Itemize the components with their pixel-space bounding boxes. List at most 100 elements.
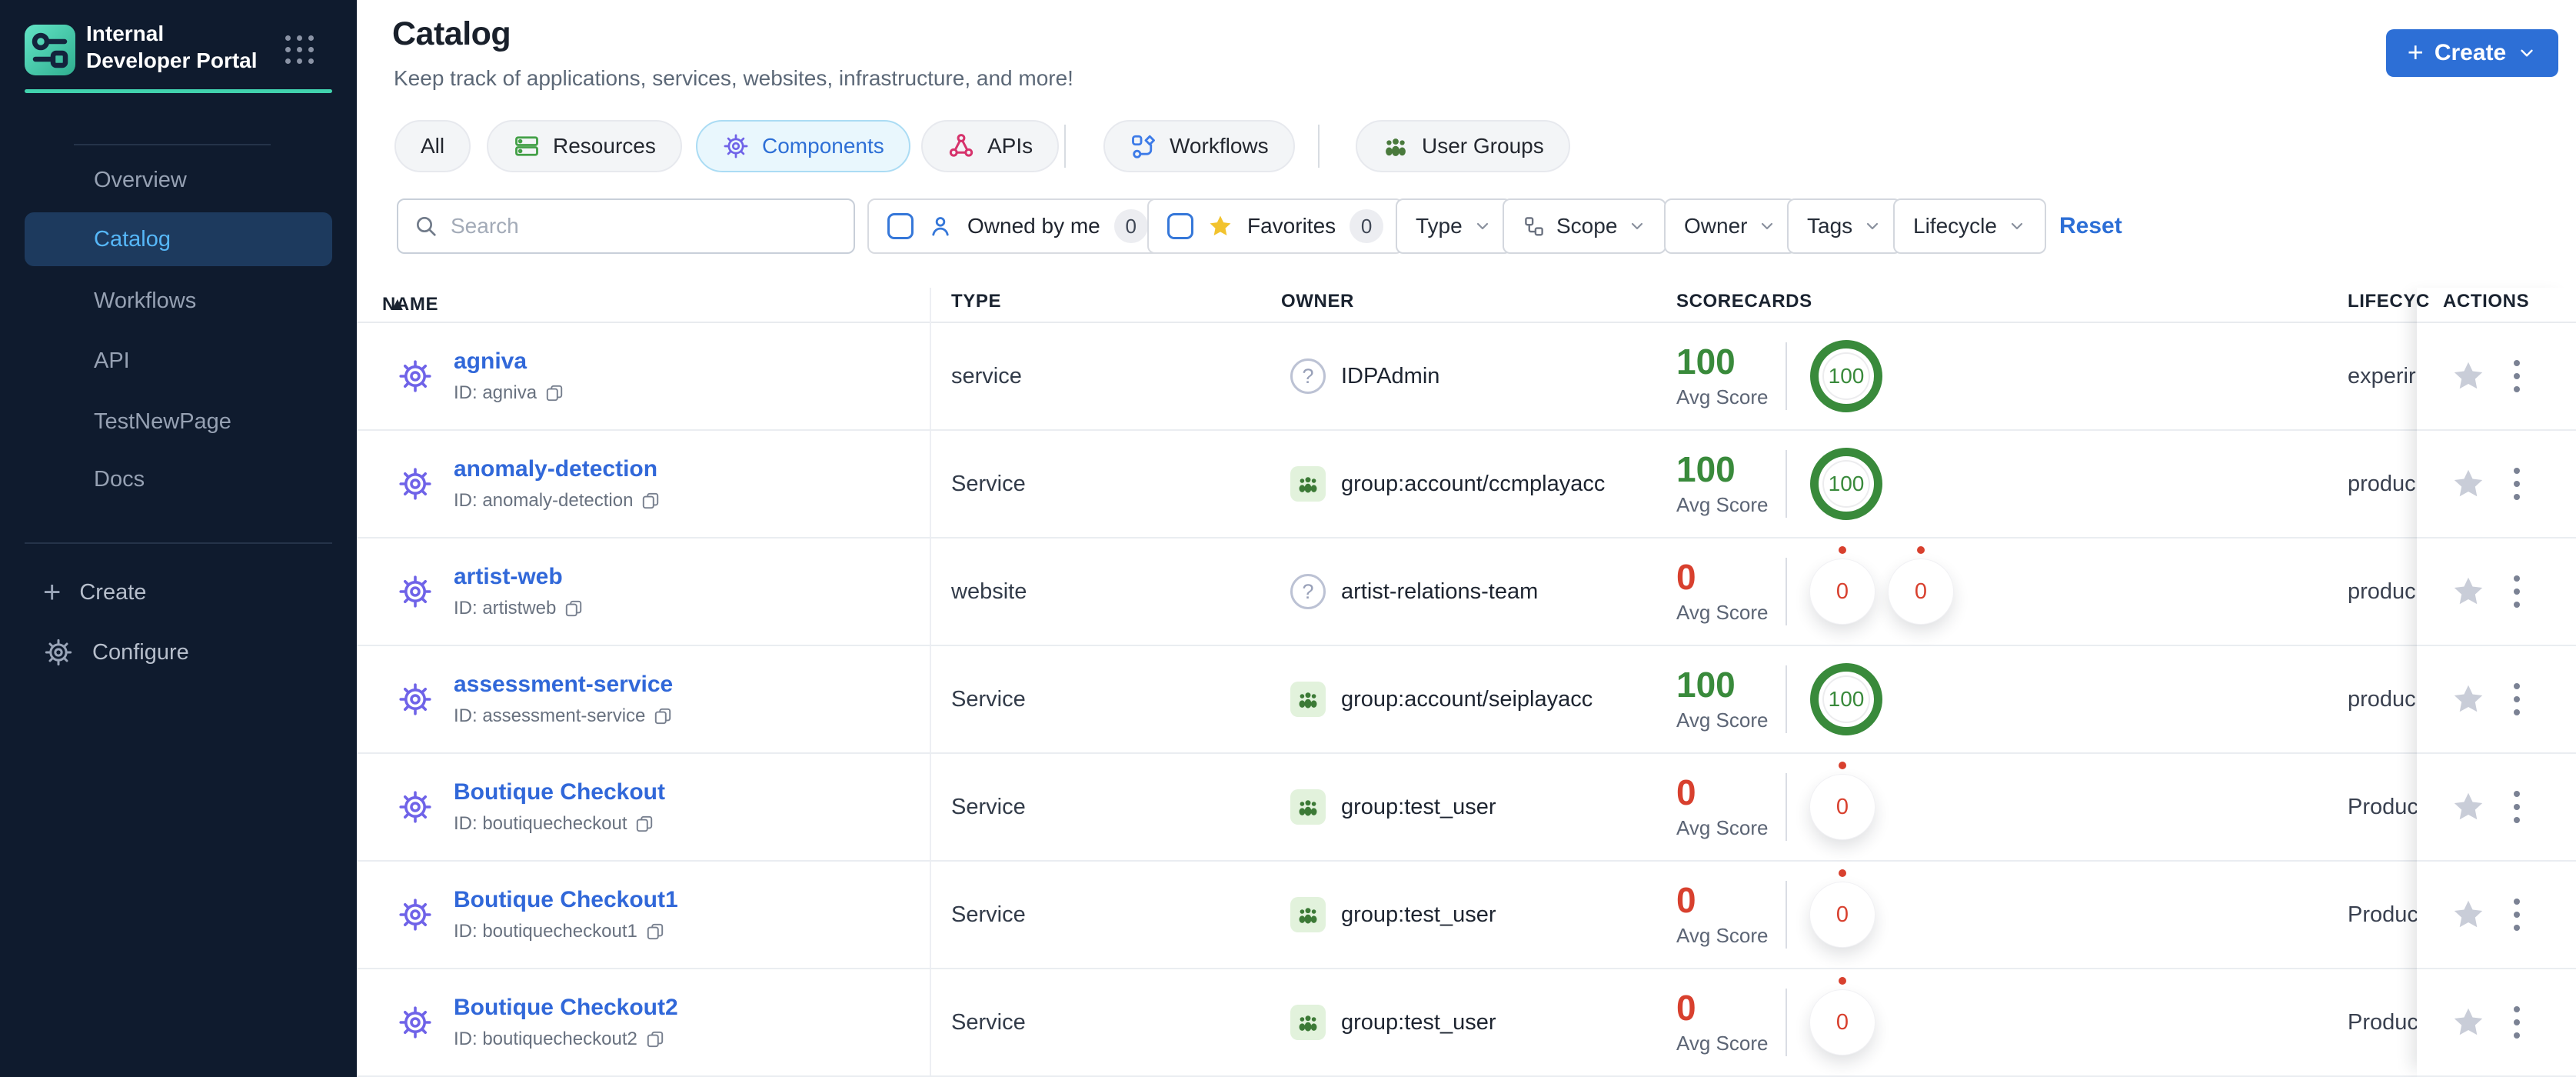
sidebar-item-overview[interactable]: Overview — [25, 158, 332, 202]
tab-workflows[interactable]: Workflows — [1103, 120, 1295, 172]
scorecard-ring[interactable]: 0 — [1889, 546, 1953, 624]
copy-icon[interactable] — [653, 706, 673, 726]
component-gear-icon — [397, 789, 434, 825]
scorecard-ring[interactable]: 100 — [1810, 340, 1882, 412]
favorite-star-button[interactable] — [2451, 574, 2486, 609]
favorite-star-button[interactable] — [2451, 466, 2486, 502]
tab-resources[interactable]: Resources — [487, 120, 682, 172]
avg-score-value: 0 — [1676, 987, 1696, 1028]
scorecard-ring[interactable]: 0 — [1810, 762, 1875, 839]
entity-name-link[interactable]: Boutique Checkout2 — [454, 995, 678, 1020]
group-owner-icon — [1290, 897, 1326, 932]
favorite-star-button[interactable] — [2451, 789, 2486, 825]
lifecycle-dropdown[interactable]: Lifecycle — [1893, 198, 2046, 254]
tags-dropdown[interactable]: Tags — [1787, 198, 1902, 254]
entity-id: ID: anomaly-detection — [454, 490, 634, 511]
chevron-down-icon — [1758, 217, 1776, 235]
scorecards-cell: 0 Avg Score 00 — [1676, 538, 1953, 645]
entity-name-link[interactable]: artist-web — [454, 564, 563, 589]
entity-name-link[interactable]: Boutique Checkout1 — [454, 887, 678, 912]
scorecards-cell: 100 Avg Score 100 — [1676, 646, 1882, 752]
sidebar-item-api[interactable]: API — [25, 339, 332, 382]
entity-name-link[interactable]: agniva — [454, 348, 527, 374]
tab-user-groups[interactable]: User Groups — [1356, 120, 1570, 172]
unknown-owner-icon: ? — [1290, 574, 1326, 609]
favorite-star-button[interactable] — [2451, 1005, 2486, 1040]
sidebar-item-testnewpage[interactable]: TestNewPage — [25, 400, 332, 443]
kebab-menu-button[interactable] — [2509, 1002, 2524, 1043]
tab-divider — [1064, 125, 1066, 168]
reset-filters-link[interactable]: Reset — [2059, 198, 2122, 254]
unknown-owner-icon: ? — [1290, 358, 1326, 394]
avg-score-label: Avg Score — [1676, 1031, 1769, 1055]
kebab-menu-button[interactable] — [2509, 894, 2524, 935]
tab-components[interactable]: Components — [696, 120, 910, 172]
copy-icon[interactable] — [641, 491, 661, 511]
scorecards-cell: 0 Avg Score 0 — [1676, 862, 1875, 968]
chevron-down-icon — [2517, 43, 2537, 63]
kebab-menu-button[interactable] — [2509, 786, 2524, 828]
kebab-menu-button[interactable] — [2509, 463, 2524, 505]
favorites-checkbox[interactable] — [1167, 213, 1193, 239]
scorecard-ring[interactable]: 0 — [1810, 869, 1875, 947]
sidebar-configure-button[interactable]: Configure — [25, 631, 332, 674]
tab-apis[interactable]: APIs — [921, 120, 1060, 172]
scorecard-ring[interactable]: 100 — [1810, 663, 1882, 735]
resources-icon — [513, 132, 541, 160]
column-header-type: TYPE — [951, 291, 1002, 312]
favorite-star-button[interactable] — [2451, 682, 2486, 717]
owner-dropdown[interactable]: Owner — [1664, 198, 1797, 254]
avg-score-label: Avg Score — [1676, 923, 1769, 947]
search-input[interactable] — [451, 214, 838, 238]
app-grid-icon[interactable] — [285, 35, 314, 64]
kebab-menu-button[interactable] — [2509, 355, 2524, 397]
favorite-star-button[interactable] — [2451, 358, 2486, 394]
scorecard-ring[interactable]: 0 — [1810, 546, 1875, 624]
favorites-filter[interactable]: Favorites 0 — [1147, 198, 1404, 254]
owner-cell: ? group:account/seiplayacc — [1290, 646, 1593, 752]
copy-icon[interactable] — [564, 599, 584, 619]
entity-name-link[interactable]: assessment-service — [454, 672, 673, 697]
copy-icon[interactable] — [544, 383, 564, 403]
group-owner-icon — [1290, 1005, 1326, 1040]
row-actions — [2417, 646, 2576, 752]
entity-type: Service — [951, 471, 1026, 496]
sidebar-item-workflows[interactable]: Workflows — [25, 279, 332, 322]
entity-name-link[interactable]: anomaly-detection — [454, 456, 657, 482]
sidebar-create-button[interactable]: + Create — [25, 571, 332, 614]
scope-dropdown[interactable]: Scope — [1503, 198, 1667, 254]
avg-score-label: Avg Score — [1676, 385, 1769, 408]
sidebar-item-catalog[interactable]: Catalog — [25, 212, 332, 266]
copy-icon[interactable] — [645, 1029, 665, 1049]
entity-name-cell: anomaly-detection ID: anomaly-detection — [454, 456, 661, 512]
owned-by-me-checkbox[interactable] — [887, 213, 914, 239]
type-dropdown[interactable]: Type — [1396, 198, 1512, 254]
kebab-menu-button[interactable] — [2509, 571, 2524, 612]
owner-cell: ? group:test_user — [1290, 754, 1496, 860]
copy-icon[interactable] — [645, 922, 665, 942]
entity-type: Service — [951, 686, 1026, 712]
owned-by-me-count: 0 — [1113, 209, 1148, 243]
owned-by-me-filter[interactable]: Owned by me 0 — [867, 198, 1168, 254]
create-button[interactable]: + Create — [2386, 29, 2558, 77]
owner-label: group:account/seiplayacc — [1341, 686, 1593, 712]
favorite-star-button[interactable] — [2451, 897, 2486, 932]
entity-type: Service — [951, 794, 1026, 819]
column-header-actions: ACTIONS — [2443, 291, 2530, 312]
scorecard-ring[interactable]: 100 — [1810, 448, 1882, 520]
entity-id: ID: boutiquecheckout — [454, 813, 627, 834]
avg-score-value: 0 — [1676, 556, 1696, 597]
scorecard-ring[interactable]: 0 — [1810, 977, 1875, 1055]
search-box — [397, 198, 855, 254]
owner-cell: ? group:account/ccmplayacc — [1290, 431, 1605, 537]
group-owner-icon — [1290, 466, 1326, 502]
entity-name-link[interactable]: Boutique Checkout — [454, 779, 665, 805]
owner-cell: ? group:test_user — [1290, 862, 1496, 968]
brand-underline — [25, 89, 332, 93]
scorecard-rings: 100 — [1810, 340, 1882, 412]
kebab-menu-button[interactable] — [2509, 679, 2524, 720]
plus-icon: + — [43, 575, 62, 609]
sidebar-item-docs[interactable]: Docs — [25, 458, 332, 501]
tab-all[interactable]: All — [394, 120, 471, 172]
copy-icon[interactable] — [634, 814, 654, 834]
